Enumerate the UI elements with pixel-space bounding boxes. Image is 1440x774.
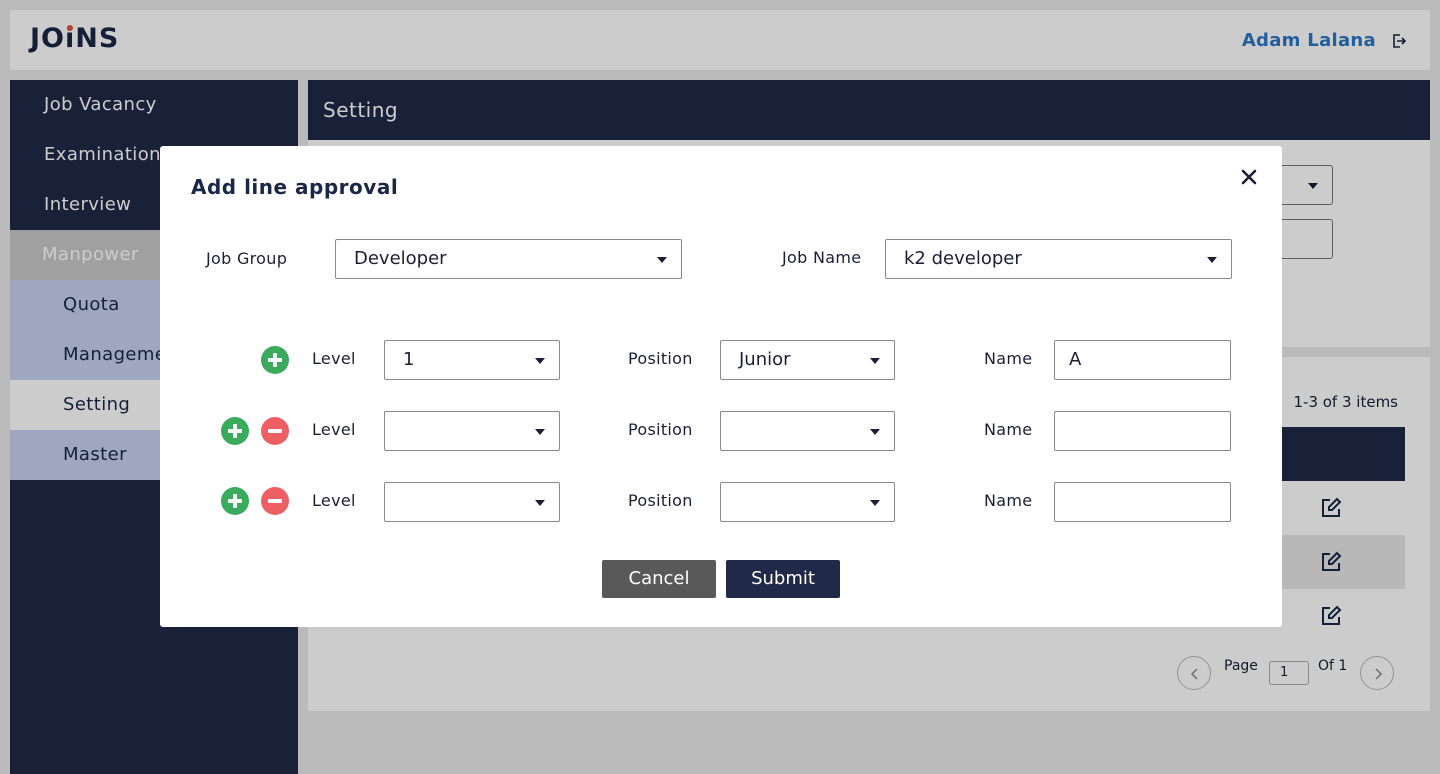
- job-name-value: k2 developer: [904, 248, 1022, 269]
- add-row-icon[interactable]: [261, 346, 289, 374]
- position-label: Position: [628, 349, 693, 368]
- chevron-down-icon: [535, 358, 545, 364]
- level-select[interactable]: [384, 411, 560, 451]
- position-select[interactable]: Junior: [720, 340, 895, 380]
- add-row-icon[interactable]: [221, 487, 249, 515]
- level-value: 1: [403, 349, 415, 370]
- position-label: Position: [628, 420, 693, 439]
- chevron-down-icon: [535, 500, 545, 506]
- remove-row-icon[interactable]: [261, 417, 289, 445]
- job-name-select[interactable]: k2 developer: [885, 239, 1232, 279]
- chevron-down-icon: [870, 358, 880, 364]
- level-select[interactable]: [384, 482, 560, 522]
- name-value: A: [1069, 349, 1082, 370]
- level-label: Level: [312, 349, 356, 368]
- close-icon[interactable]: [1238, 166, 1260, 188]
- chevron-down-icon: [870, 500, 880, 506]
- job-name-label: Job Name: [782, 248, 862, 267]
- job-group-select[interactable]: Developer: [335, 239, 682, 279]
- modal-title: Add line approval: [191, 175, 399, 199]
- level-label: Level: [312, 491, 356, 510]
- position-select[interactable]: [720, 411, 895, 451]
- chevron-down-icon: [535, 429, 545, 435]
- add-line-approval-modal: Add line approval Job Group Developer Jo…: [160, 146, 1282, 627]
- name-input[interactable]: [1054, 482, 1231, 522]
- remove-row-icon[interactable]: [261, 487, 289, 515]
- name-label: Name: [984, 491, 1033, 510]
- level-select[interactable]: 1: [384, 340, 560, 380]
- name-label: Name: [984, 349, 1033, 368]
- add-row-icon[interactable]: [221, 417, 249, 445]
- position-value: Junior: [739, 349, 791, 370]
- cancel-button[interactable]: Cancel: [602, 560, 716, 598]
- position-select[interactable]: [720, 482, 895, 522]
- job-group-value: Developer: [354, 248, 447, 269]
- chevron-down-icon: [870, 429, 880, 435]
- name-input[interactable]: A: [1054, 340, 1231, 380]
- name-input[interactable]: [1054, 411, 1231, 451]
- level-label: Level: [312, 420, 356, 439]
- chevron-down-icon: [657, 257, 667, 263]
- position-label: Position: [628, 491, 693, 510]
- name-label: Name: [984, 420, 1033, 439]
- submit-button[interactable]: Submit: [726, 560, 840, 598]
- chevron-down-icon: [1207, 257, 1217, 263]
- job-group-label: Job Group: [206, 249, 288, 268]
